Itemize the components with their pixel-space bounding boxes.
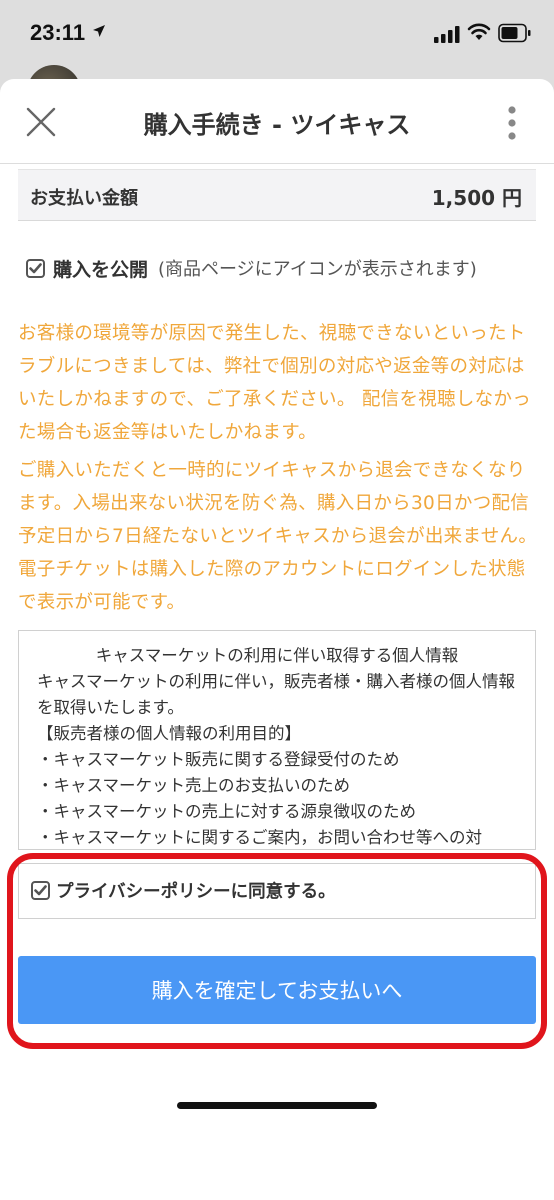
status-time: 23:11 [30, 20, 86, 45]
privacy-policy-text: ・キャスマーケットに関するご案内，お問い合わせ等への対 [37, 828, 483, 847]
privacy-policy-text: 【販売者様の個人情報の利用目的】 [37, 724, 301, 743]
home-indicator[interactable] [177, 1102, 377, 1109]
privacy-agree-checkbox[interactable]: プライバシーポリシーに同意する。 [18, 863, 536, 919]
payment-amount-label: お支払い金額 [30, 188, 138, 209]
privacy-agree-label: プライバシーポリシーに同意する。 [56, 882, 336, 902]
confirm-purchase-button[interactable]: 購入を確定してお支払いへ [18, 956, 536, 1024]
signal-icon [434, 26, 460, 43]
publish-checkbox[interactable]: 購入を公開 (商品ページにアイコンが表示されます) [26, 253, 477, 283]
page-title: 購入手続き - ツイキャス [143, 111, 411, 139]
payment-amount-value: 1,500 円 [431, 186, 522, 210]
more-vertical-icon[interactable] [500, 103, 524, 143]
checkbox-checked-icon [26, 258, 45, 278]
purchase-sheet: 購入手続き - ツイキャス お支払い金額 1,500 円 購入を公開 (商品ペー… [0, 79, 554, 1200]
status-bar: 23:11 [0, 0, 554, 70]
privacy-policy-text: キャスマーケットの利用に伴い，販売者様・購入者様の個人情報を取得いたします。 [37, 672, 516, 717]
privacy-policy-title: キャスマーケットの利用に伴い取得する個人情報 [95, 646, 459, 665]
privacy-policy-text: ・キャスマーケット売上のお支払いのため [37, 776, 351, 795]
checkbox-checked-icon [31, 881, 50, 900]
wifi-icon [467, 23, 491, 40]
privacy-policy-text: ・キャスマーケット販売に関する登録受付のため [37, 750, 400, 769]
publish-note: (商品ページにアイコンが表示されます) [158, 259, 477, 280]
privacy-policy-text: ・キャスマーケットの売上に対する源泉徴収のため [37, 802, 417, 821]
privacy-policy-box[interactable]: キャスマーケットの利用に伴い取得する個人情報 キャスマーケットの利用に伴い，販売… [18, 630, 536, 850]
notice-withdrawal: ご購入いただくと一時的にツイキャスから退会できなくなります。入場出来ない状況を防… [18, 460, 538, 613]
battery-icon [498, 23, 531, 43]
notice-refund: お客様の環境等が原因で発生した、視聴できないといったトラブルにつきましては、弊社… [18, 323, 532, 443]
publish-label: 購入を公開 [53, 258, 149, 281]
payment-amount-row: お支払い金額 1,500 円 [18, 169, 536, 221]
sheet-header: 購入手続き - ツイキャス [0, 79, 554, 164]
location-arrow-icon [93, 25, 105, 37]
